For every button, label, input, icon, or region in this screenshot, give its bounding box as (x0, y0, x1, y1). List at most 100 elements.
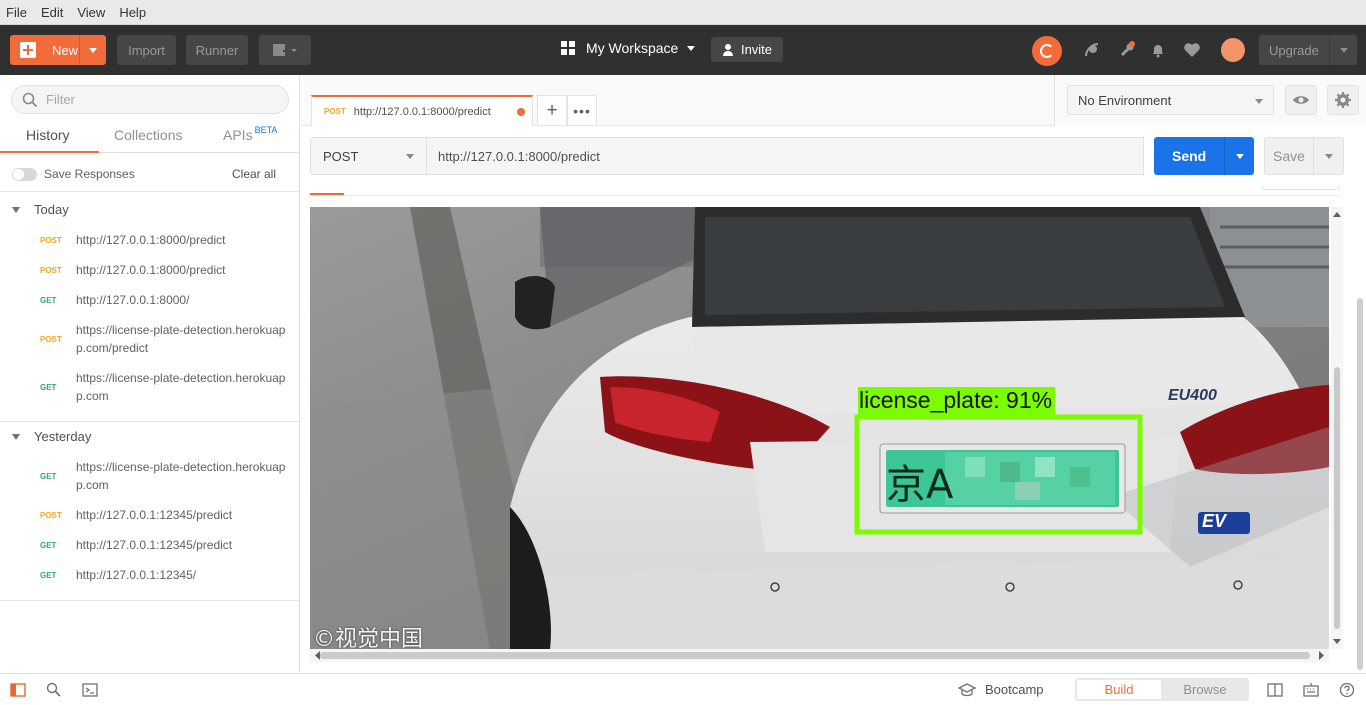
method-badge: POST (40, 236, 62, 245)
history-group-today[interactable]: Today (12, 202, 69, 217)
group-label: Yesterday (34, 429, 92, 444)
unsaved-dot-icon (517, 108, 525, 116)
chevron-down-icon (89, 47, 97, 53)
workspace-name: My Workspace (586, 40, 679, 56)
model-badge: EU400 (1168, 387, 1217, 404)
scroll-up-arrow-icon (1333, 212, 1341, 217)
manage-environments-button[interactable] (1327, 85, 1359, 115)
history-url: http://127.0.0.1:8000/ (76, 293, 190, 307)
history-item[interactable]: GET http://127.0.0.1:8000/ (0, 291, 299, 321)
send-dropdown-button[interactable] (1224, 137, 1254, 175)
bell-icon[interactable] (1148, 40, 1168, 60)
history-item[interactable]: GET http://127.0.0.1:12345/ (0, 566, 299, 596)
runner-button[interactable]: Runner (186, 35, 248, 65)
method-badge: POST (324, 107, 346, 116)
method-selected: POST (323, 148, 359, 164)
scrollbar-thumb[interactable] (320, 652, 1310, 659)
history-url: http://127.0.0.1:12345/predict (76, 508, 233, 522)
upgrade-button[interactable]: Upgrade (1259, 35, 1357, 65)
request-tab[interactable]: POST http://127.0.0.1:8000/predict (311, 95, 533, 126)
detection-label: license_plate: 91% (859, 387, 1053, 413)
new-button[interactable]: New (10, 35, 106, 65)
console-icon[interactable] (82, 682, 98, 698)
workspace-switcher[interactable]: My Workspace (561, 40, 696, 56)
save-button[interactable]: Save (1264, 137, 1344, 175)
divider (0, 600, 299, 601)
find-icon[interactable] (46, 682, 62, 698)
method-badge: POST (40, 335, 62, 344)
wrench-icon[interactable] (1117, 40, 1137, 60)
keyboard-shortcuts-icon[interactable] (1303, 682, 1319, 698)
menu-file[interactable]: File (6, 5, 27, 20)
history-item[interactable]: GET http://127.0.0.1:12345/predict (0, 536, 299, 566)
sidebar: History Collections APIsBETA Save Respon… (0, 75, 300, 673)
help-icon[interactable] (1339, 682, 1355, 698)
scrollbar-thumb[interactable] (1334, 367, 1340, 629)
eye-icon (1293, 96, 1309, 104)
history-item[interactable]: POST https://license-plate-detection.her… (0, 321, 299, 369)
filter-input[interactable] (46, 92, 266, 107)
method-select[interactable]: POST (310, 137, 427, 175)
mode-switcher: Build Browse (1075, 678, 1249, 701)
filter-box (11, 85, 289, 114)
tab-apis[interactable]: APIs BETA (223, 125, 278, 143)
plus-icon: + (546, 99, 558, 121)
chevron-down-icon (1339, 47, 1348, 53)
history-group-yesterday[interactable]: Yesterday (12, 429, 91, 444)
heart-icon[interactable] (1182, 40, 1202, 60)
new-tab-button[interactable]: + (537, 95, 567, 126)
bootcamp-button[interactable]: Bootcamp (958, 682, 1044, 697)
upgrade-label: Upgrade (1269, 42, 1319, 58)
image-horizontal-scrollbar[interactable] (310, 649, 1329, 662)
divider (0, 191, 299, 192)
active-tab-indicator (0, 151, 99, 153)
browse-mode-button[interactable]: Browse (1163, 680, 1247, 699)
history-item[interactable]: GET https://license-plate-detection.hero… (0, 458, 299, 506)
menu-help[interactable]: Help (119, 5, 146, 20)
avatar[interactable] (1221, 38, 1245, 62)
method-badge: GET (40, 296, 57, 305)
import-button[interactable]: Import (117, 35, 176, 65)
sidebar-toggle-icon[interactable] (10, 682, 26, 698)
save-responses-toggle[interactable] (12, 168, 37, 181)
collapse-triangle-icon (12, 433, 20, 440)
url-input[interactable] (438, 148, 1118, 164)
new-window-button[interactable] (259, 35, 311, 65)
sync-icon[interactable] (1032, 36, 1062, 66)
scroll-down-arrow-icon (1333, 639, 1341, 644)
satellite-icon[interactable] (1082, 40, 1102, 60)
upgrade-dropdown-button[interactable] (1329, 35, 1357, 65)
tab-collections[interactable]: Collections (114, 127, 182, 143)
method-badge: GET (40, 571, 57, 580)
environment-quick-look-button[interactable] (1285, 85, 1317, 115)
scrollbar-thumb[interactable] (1357, 298, 1363, 670)
history-url: https://license-plate-detection.herokuap… (76, 323, 286, 355)
history-item[interactable]: POST http://127.0.0.1:8000/predict (0, 261, 299, 291)
save-dropdown-button[interactable] (1313, 138, 1343, 174)
two-pane-layout-icon[interactable] (1267, 682, 1283, 698)
menu-edit[interactable]: Edit (41, 5, 63, 20)
url-field (426, 137, 1144, 175)
request-tab-title: http://127.0.0.1:8000/predict (353, 105, 491, 118)
invite-button[interactable]: Invite (711, 37, 783, 62)
menu-view[interactable]: View (77, 5, 105, 20)
environment-select[interactable]: No Environment (1067, 85, 1274, 115)
collapsed-panel-handle[interactable] (1262, 186, 1340, 190)
beta-badge: BETA (254, 125, 278, 135)
method-badge: GET (40, 383, 57, 392)
tab-history[interactable]: History (26, 127, 70, 143)
history-item[interactable]: POST http://127.0.0.1:12345/predict (0, 506, 299, 536)
tab-options-button[interactable]: ••• (567, 95, 597, 126)
request-tab-bar: POST http://127.0.0.1:8000/predict + ••• (301, 75, 1054, 126)
search-icon (22, 92, 38, 107)
history-item[interactable]: POST http://127.0.0.1:8000/predict (0, 231, 299, 261)
history-item[interactable]: GET https://license-plate-detection.hero… (0, 369, 299, 417)
image-vertical-scrollbar[interactable] (1331, 207, 1343, 649)
new-dropdown-button[interactable] (79, 35, 106, 65)
invite-label: Invite (740, 42, 773, 57)
clear-all-button[interactable]: Clear all (232, 167, 276, 181)
send-button[interactable]: Send (1154, 137, 1254, 175)
panel-scrollbar[interactable] (1356, 128, 1364, 670)
chevron-down-icon (406, 154, 414, 159)
build-mode-button[interactable]: Build (1077, 680, 1161, 699)
